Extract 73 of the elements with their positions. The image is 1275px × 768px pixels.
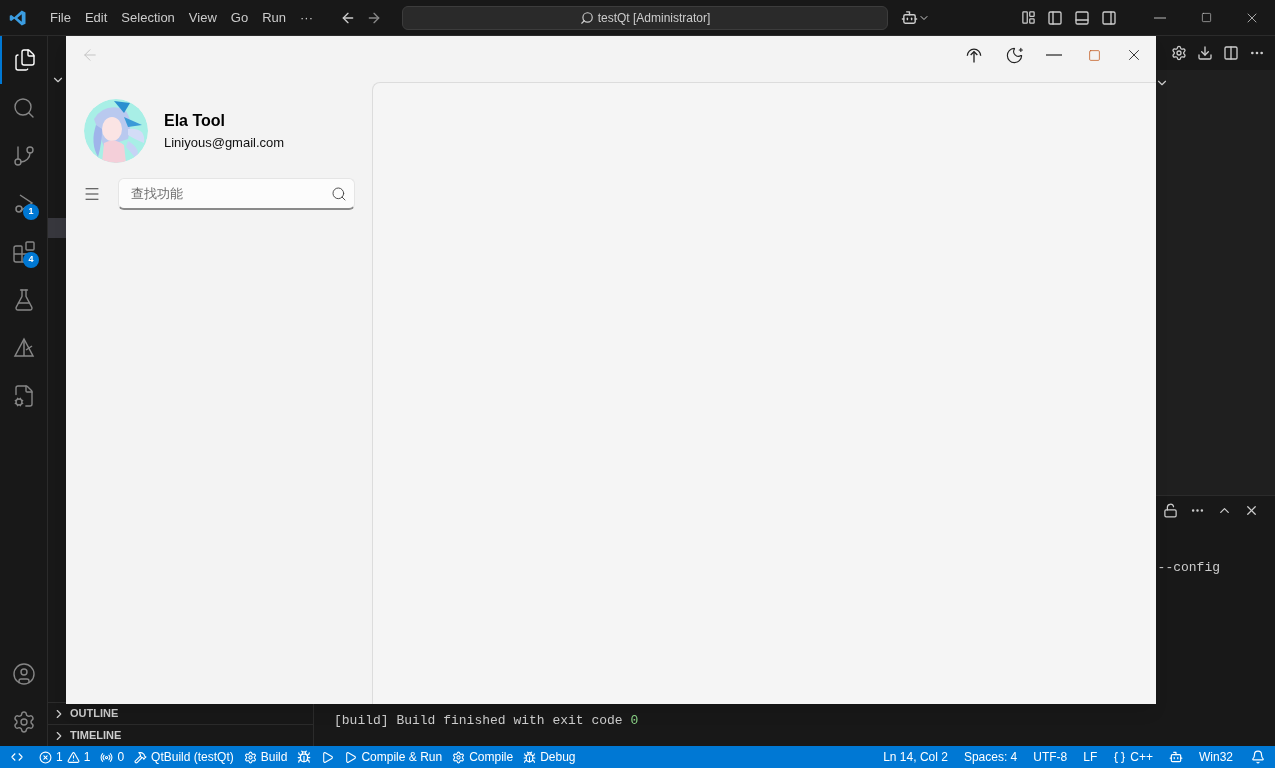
build-button[interactable]: Build [238, 746, 293, 768]
run-debug-icon [12, 192, 36, 216]
warning-icon [66, 750, 80, 764]
user-name: Ela Tool [164, 111, 227, 131]
antenna-icon [100, 750, 114, 764]
braces-icon [1113, 750, 1127, 764]
status-item[interactable]: UTF-8 [1025, 746, 1076, 768]
copilot-icon [1169, 750, 1183, 764]
menu-item[interactable]: View [181, 3, 224, 32]
search-icon[interactable] [331, 186, 347, 202]
gear-icon [452, 750, 466, 764]
status-item[interactable]: LF [1075, 746, 1106, 768]
gear-icon [243, 750, 257, 764]
command-center[interactable]: testQt [Administrator] [402, 5, 888, 30]
menu-item[interactable]: File [43, 3, 78, 32]
count-badge: 1 [23, 204, 39, 220]
user-email: Liniyous@gmail.com [164, 134, 285, 152]
language-button[interactable]: C++ [1105, 746, 1161, 768]
count-badge: 4 [23, 252, 39, 268]
split-editor-icon[interactable] [1223, 45, 1239, 61]
error-icon [39, 750, 52, 764]
bug-icon [523, 750, 537, 764]
maximize-icon [1200, 12, 1212, 23]
branch-icon [12, 144, 36, 168]
sidebar-toggle-icon[interactable] [1047, 9, 1063, 26]
lock-icon[interactable] [1163, 502, 1178, 518]
menu-item[interactable]: Selection [114, 3, 182, 32]
remote-icon [10, 750, 24, 764]
settings-icon[interactable] [1171, 45, 1187, 61]
problems-button[interactable]: 1 1 [34, 746, 96, 768]
play-icon [344, 750, 358, 764]
play-icon [321, 750, 335, 764]
settings-icon [12, 710, 36, 734]
extensions-button[interactable]: 4 [0, 228, 48, 276]
menu-icon [83, 185, 101, 203]
compile-run-button[interactable]: Compile & Run [339, 746, 448, 768]
menu-item[interactable]: Run [255, 3, 293, 32]
panel-toggle-icon[interactable] [1074, 9, 1090, 26]
status-item[interactable]: Spaces: 4 [955, 746, 1026, 768]
flask-icon [12, 288, 36, 312]
minimize-icon [1154, 16, 1166, 19]
app-logo-icon [9, 8, 27, 27]
account-icon [12, 662, 36, 686]
minimize-icon [1046, 54, 1062, 56]
download-icon[interactable] [1197, 45, 1213, 61]
bug-icon [297, 750, 312, 764]
secondary-sidebar-icon[interactable] [1101, 9, 1117, 26]
menu-item[interactable]: ··· [293, 3, 320, 32]
ports-button[interactable]: 0 [95, 746, 130, 768]
search-icon [12, 96, 36, 120]
platform-button[interactable]: Win32 [1191, 746, 1241, 768]
debug-task-button[interactable]: Debug [518, 746, 581, 768]
menu-item[interactable]: Go [223, 3, 256, 32]
triangle-icon [12, 336, 36, 360]
moon-icon [1004, 45, 1024, 65]
status-item[interactable]: Ln 14, Col 2 [875, 746, 956, 768]
gear-document-icon [12, 384, 36, 408]
compile-button[interactable]: Compile [447, 746, 519, 768]
search-field[interactable]: 查找功能 [118, 178, 355, 210]
terminal-line: --config [1157, 559, 1220, 577]
run-debug-button[interactable]: 1 [0, 180, 48, 228]
hammer-icon [134, 750, 148, 764]
files-icon [13, 48, 37, 72]
build-kit-button[interactable]: QtBuild (testQt) [129, 746, 239, 768]
menu-item[interactable]: Edit [77, 3, 115, 32]
maximize-icon [1087, 48, 1101, 62]
window-title: testQt [Administrator] [597, 9, 711, 27]
extensions-icon [12, 240, 36, 264]
terminal-line: [build] Build finished with exit code 0 [334, 712, 639, 728]
copilot-icon[interactable] [901, 9, 918, 26]
bell-icon [1251, 750, 1265, 764]
layout-icon[interactable] [1021, 10, 1036, 25]
search-icon [579, 10, 594, 25]
